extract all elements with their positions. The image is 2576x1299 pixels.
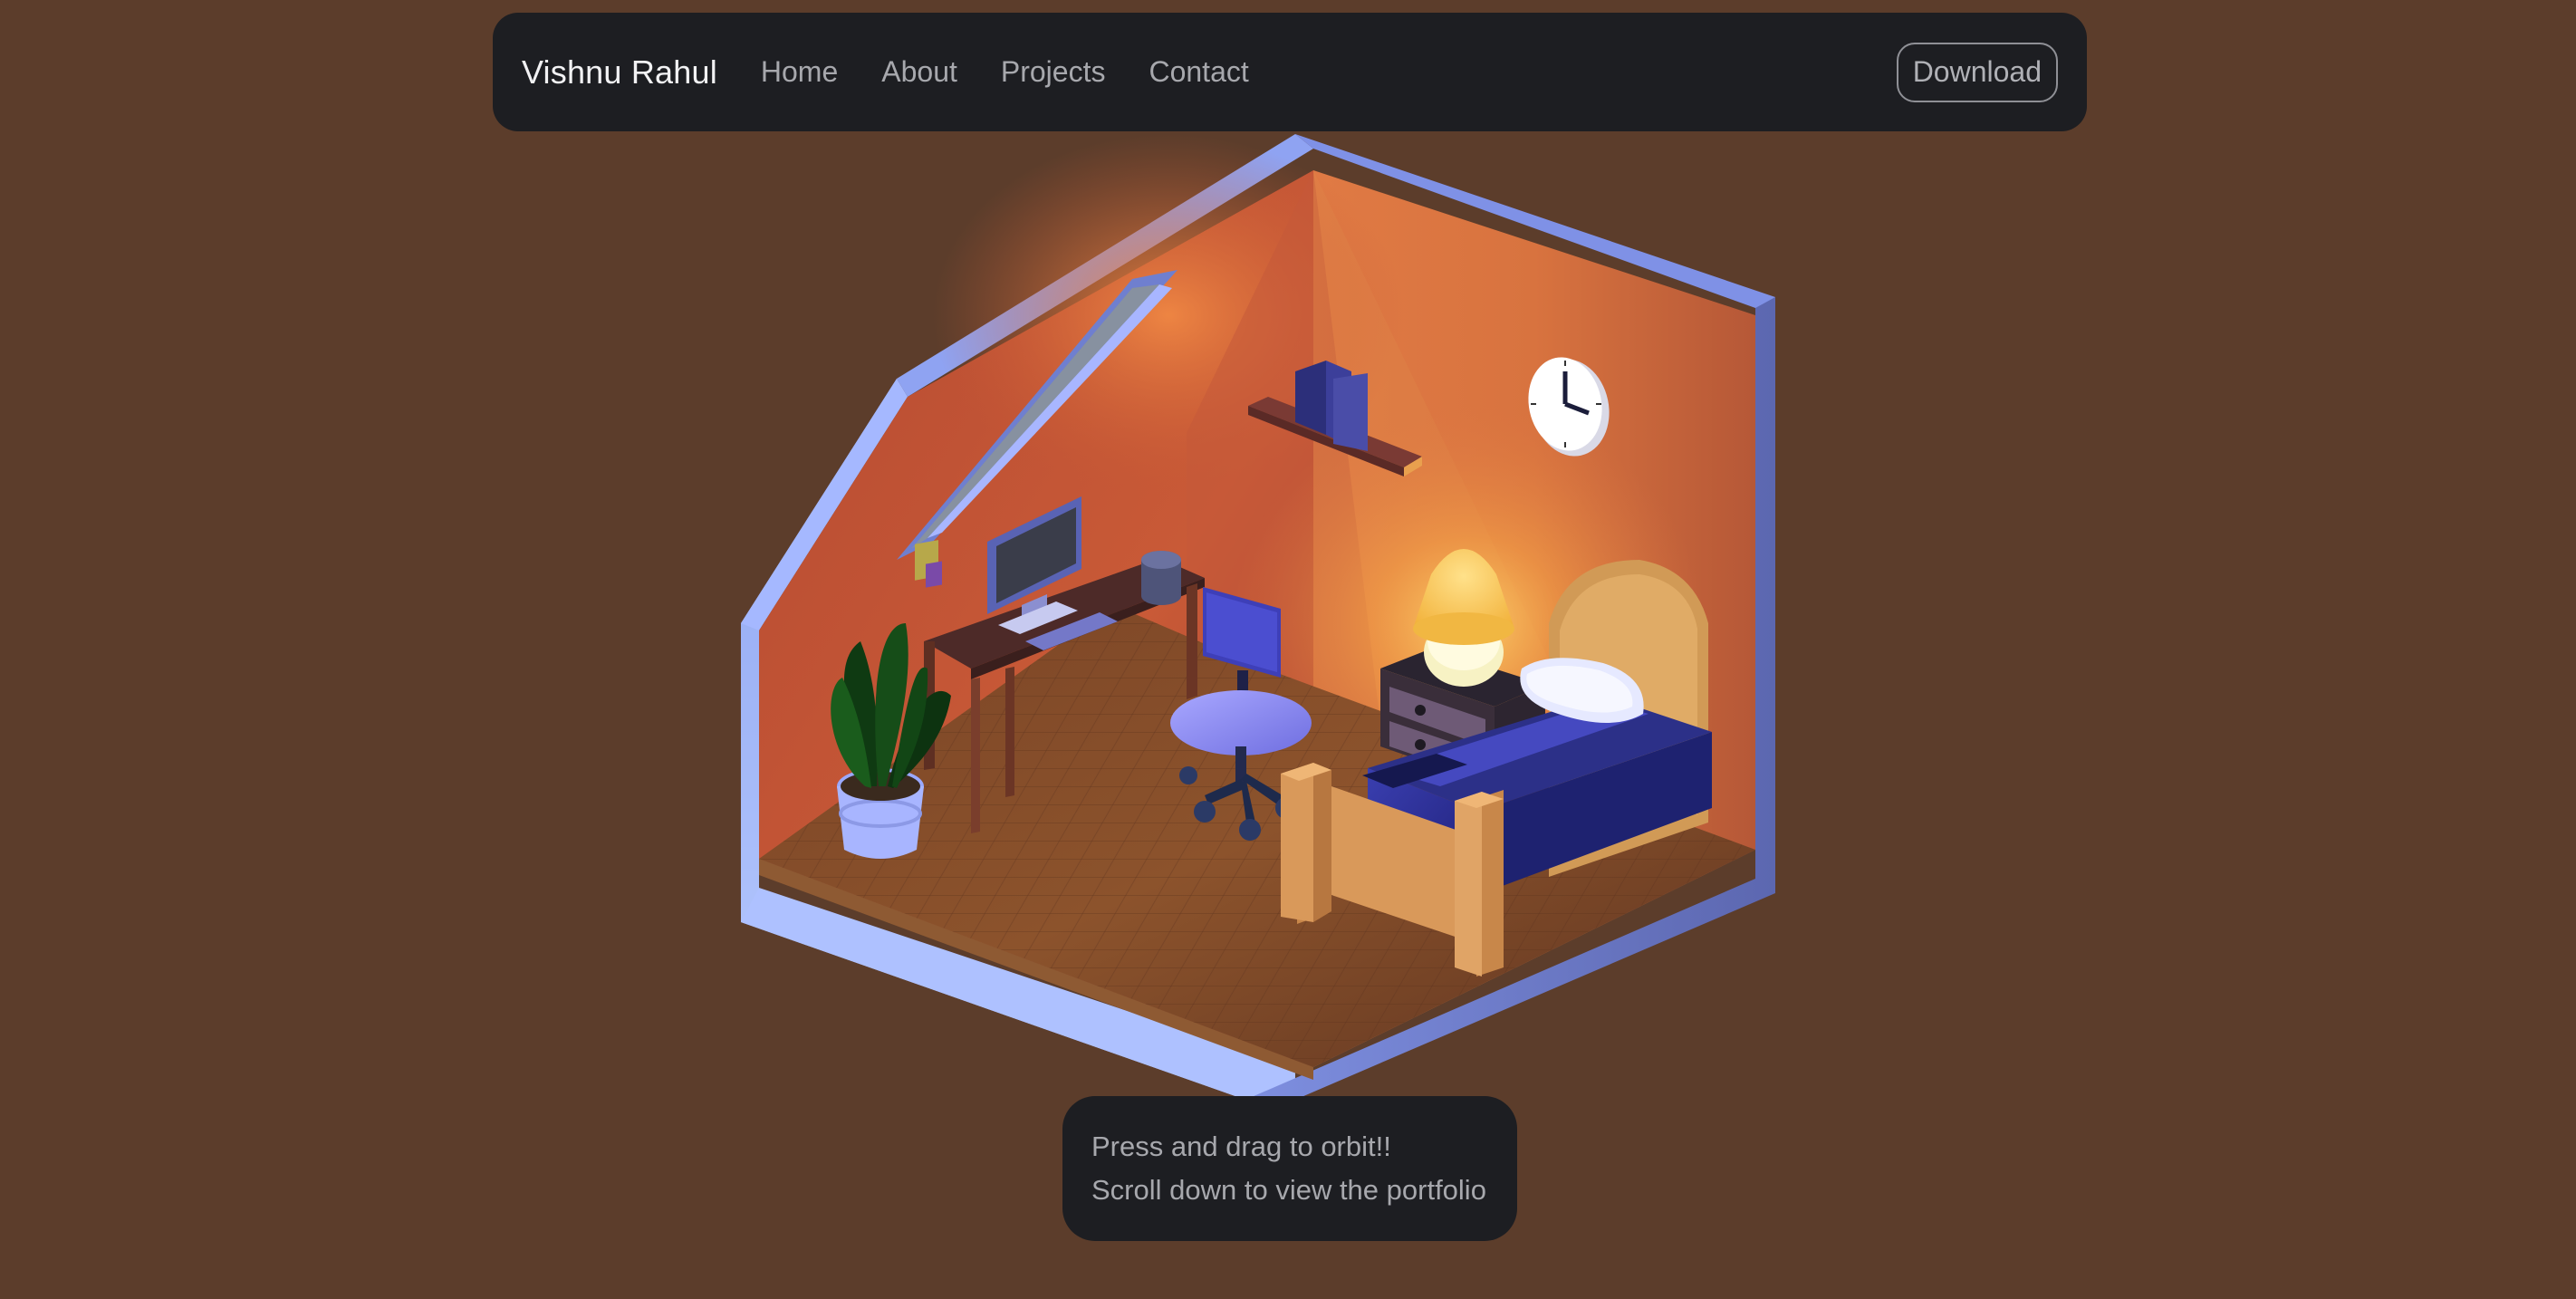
top-navbar: Vishnu Rahul Home About Projects Contact…: [493, 13, 2087, 131]
nav-link-about[interactable]: About: [881, 55, 957, 89]
page: Vishnu Rahul Home About Projects Contact…: [0, 0, 2576, 1299]
nav-link-contact[interactable]: Contact: [1149, 55, 1248, 89]
hint-line-orbit: Press and drag to orbit!!: [1091, 1131, 1391, 1162]
room-3d-canvas[interactable]: [734, 134, 1784, 1100]
brand-name[interactable]: Vishnu Rahul: [522, 53, 717, 91]
room-illustration: [741, 134, 1775, 1100]
nav-link-projects[interactable]: Projects: [1001, 55, 1106, 89]
hint-line-scroll: Scroll down to view the portfolio: [1091, 1174, 1486, 1206]
orbit-hint-box: Press and drag to orbit!! Scroll down to…: [1062, 1096, 1517, 1241]
nav-link-home[interactable]: Home: [761, 55, 838, 89]
download-button[interactable]: Download: [1896, 42, 2058, 102]
nav-links: Home About Projects Contact: [761, 55, 1249, 89]
